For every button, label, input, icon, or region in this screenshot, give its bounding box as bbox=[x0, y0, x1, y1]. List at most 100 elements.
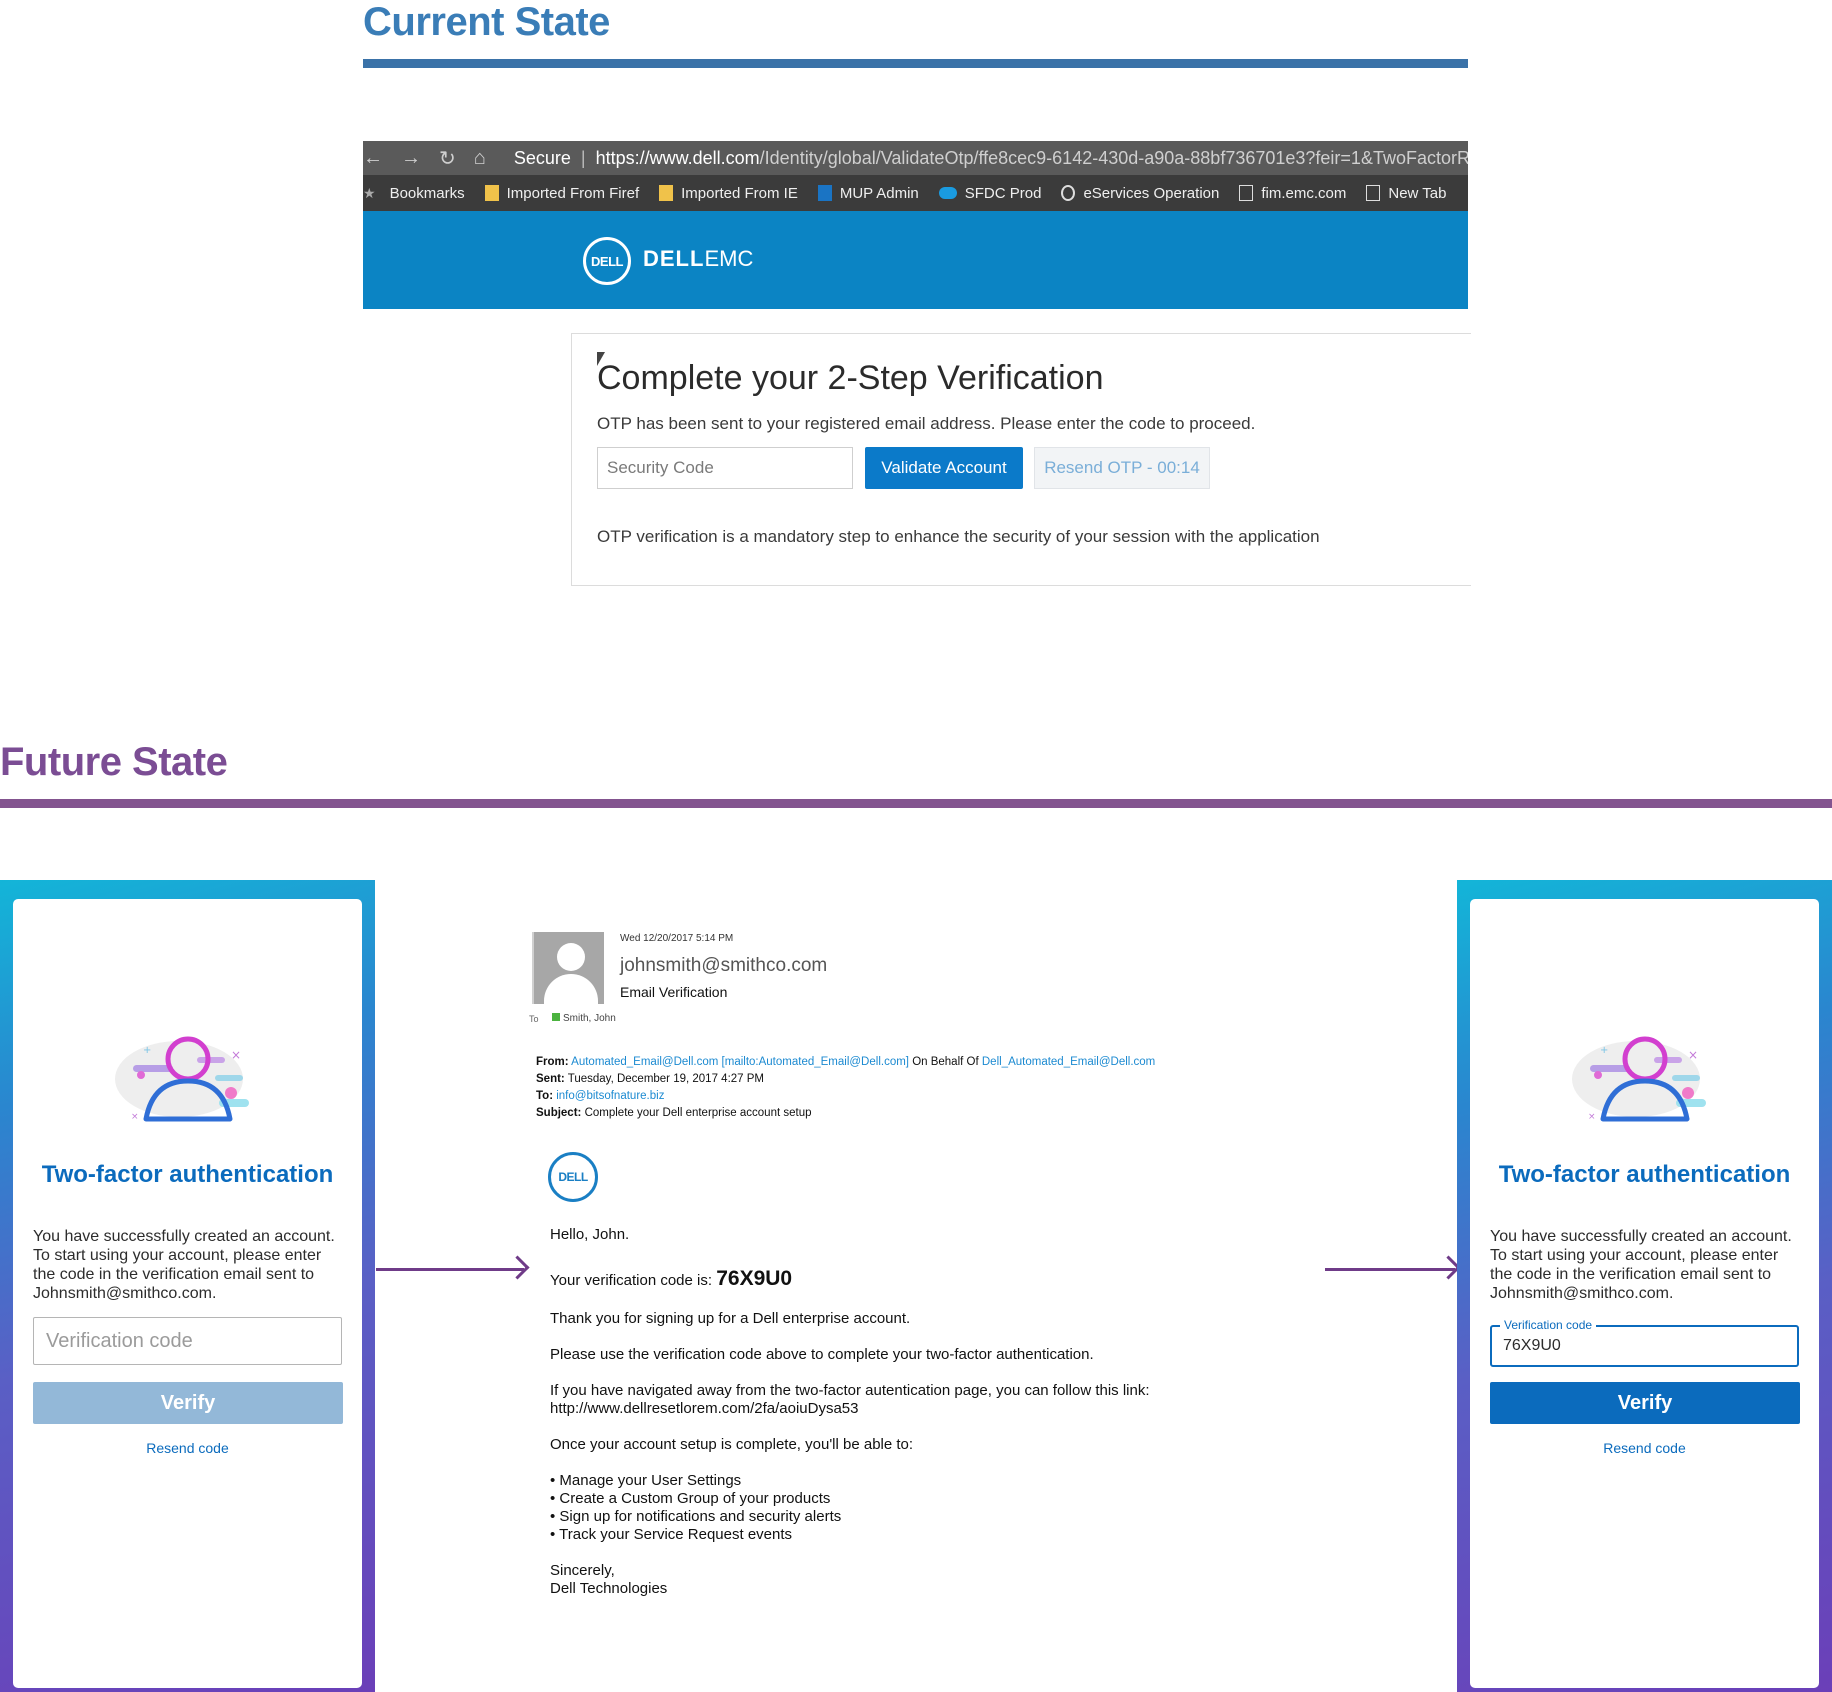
behalf-address-link[interactable]: Dell_Automated_Email@Dell.com bbox=[982, 1056, 1155, 1068]
two-factor-title: Two-factor authentication bbox=[41, 1161, 334, 1188]
dell-emc-wordmark: DELLEMC bbox=[643, 246, 754, 271]
future-state-heading: Future State bbox=[0, 740, 228, 784]
email-signature: Dell Technologies bbox=[550, 1580, 668, 1597]
bookmark-label: Imported From Firef bbox=[506, 184, 640, 202]
avatar bbox=[532, 932, 604, 1004]
emc-icon bbox=[817, 185, 832, 201]
forward-arrow-icon[interactable]: → bbox=[401, 147, 421, 170]
flow-arrow-icon bbox=[1325, 1268, 1455, 1271]
bookmark-fim[interactable]: fim.emc.com bbox=[1239, 185, 1346, 202]
url-separator: | bbox=[580, 147, 586, 168]
email-date: Wed 12/20/2017 5:14 PM bbox=[620, 933, 734, 944]
bookmark-imported-firefox[interactable]: Imported From Firef bbox=[484, 184, 640, 202]
list-item: • Create a Custom Group of your products bbox=[550, 1490, 831, 1507]
email-to-label: To bbox=[529, 1014, 539, 1024]
bookmark-label: New Tab bbox=[1388, 184, 1447, 202]
header-to: To: info@bitsofnature.biz bbox=[536, 1090, 665, 1102]
bookmark-label: fim.emc.com bbox=[1261, 184, 1347, 202]
mouse-cursor-icon bbox=[597, 352, 605, 366]
header-subject: Subject: Complete your Dell enterprise a… bbox=[536, 1107, 812, 1119]
email-once: Once your account setup is complete, you… bbox=[550, 1436, 914, 1453]
two-factor-title: Two-factor authentication bbox=[1498, 1161, 1791, 1188]
email-code-line: Your verification code is: 76X9U0 bbox=[550, 1267, 793, 1290]
home-icon[interactable]: ⌂ bbox=[474, 147, 486, 170]
bookmark-imported-ie[interactable]: Imported From IE bbox=[659, 185, 798, 202]
email-subject: Email Verification bbox=[620, 984, 728, 1000]
url-path[interactable]: /Identity/global/ValidateOtp/ffe8cec9-61… bbox=[760, 148, 1468, 169]
two-factor-instructions: You have successfully created an account… bbox=[33, 1228, 335, 1302]
dell-logo-icon[interactable]: DELL bbox=[583, 237, 631, 285]
verification-code-input[interactable]: Verification code 76X9U0 bbox=[1490, 1318, 1799, 1367]
otp-verification-card: Complete your 2-Step Verification OTP ha… bbox=[571, 333, 1471, 586]
list-item: • Manage your User Settings bbox=[550, 1472, 742, 1489]
list-item: • Sign up for notifications and security… bbox=[550, 1508, 842, 1525]
email-closing: Sincerely, bbox=[550, 1562, 615, 1579]
two-factor-card: + × × Two-factor authentication You have… bbox=[13, 899, 362, 1688]
bookmark-label: SFDC Prod bbox=[964, 184, 1042, 202]
svg-text:×: × bbox=[1588, 1112, 1596, 1122]
current-state-divider bbox=[363, 59, 1468, 68]
dell-logo-icon: DELL bbox=[548, 1152, 598, 1202]
flow-arrow-icon bbox=[376, 1268, 524, 1271]
verify-button[interactable]: Verify bbox=[1490, 1382, 1800, 1424]
verification-code-value: 76X9U0 bbox=[716, 1267, 793, 1290]
mailto-link[interactable]: [mailto:Automated_Email@Dell.com] bbox=[722, 1056, 909, 1068]
security-code-input[interactable] bbox=[597, 447, 853, 489]
user-illustration-icon: + × × bbox=[1572, 1036, 1706, 1122]
verification-code-label: Verification code bbox=[1500, 1318, 1597, 1332]
email-reset-link[interactable]: http://www.dellresetlorem.com/2fa/aoiuDy… bbox=[550, 1400, 858, 1417]
dell-emc-banner: DELL DELLEMC bbox=[363, 211, 1468, 309]
otp-title: Complete your 2-Step Verification bbox=[597, 359, 1104, 397]
email-sender: johnsmith@smithco.com bbox=[620, 955, 828, 976]
svg-text:×: × bbox=[131, 1112, 139, 1122]
svg-text:×: × bbox=[1688, 1048, 1698, 1062]
email-instruction: Please use the verification code above t… bbox=[550, 1346, 1094, 1363]
list-item: • Track your Service Request events bbox=[550, 1526, 793, 1543]
svg-text:+: + bbox=[1600, 1045, 1608, 1056]
bookmarks-bar: ★ Bookmarks Imported From Firef Imported… bbox=[363, 175, 1468, 211]
presence-status-icon bbox=[552, 1013, 560, 1021]
url-host[interactable]: https://www.dell.com bbox=[596, 148, 760, 169]
svg-text:×: × bbox=[231, 1048, 241, 1062]
verify-button[interactable]: Verify bbox=[33, 1382, 343, 1424]
svg-text:+: + bbox=[143, 1045, 151, 1056]
header-from: From: Automated_Email@Dell.com [mailto:A… bbox=[536, 1056, 1156, 1068]
resend-otp-button[interactable]: Resend OTP - 00:14 bbox=[1034, 447, 1210, 489]
email-navigated: If you have navigated away from the two-… bbox=[550, 1382, 1150, 1399]
bookmark-label: eServices Operation bbox=[1083, 184, 1220, 202]
from-address-link[interactable]: Automated_Email@Dell.com bbox=[571, 1056, 718, 1068]
validate-account-button[interactable]: Validate Account bbox=[865, 447, 1023, 489]
browser-window: ← → ↻ ⌂ Secure | https://www.dell.com/Id… bbox=[363, 141, 1468, 309]
email-recipient: Smith, John bbox=[552, 1013, 616, 1024]
bookmarks-label[interactable]: Bookmarks bbox=[390, 185, 465, 202]
future-state-divider bbox=[0, 799, 1832, 808]
email-thanks: Thank you for signing up for a Dell ente… bbox=[550, 1310, 911, 1327]
current-state-heading: Current State bbox=[363, 0, 610, 44]
verification-code-value: 76X9U0 bbox=[1503, 1337, 1561, 1354]
to-address-link[interactable]: info@bitsofnature.biz bbox=[556, 1090, 664, 1102]
address-bar[interactable]: ← → ↻ ⌂ Secure | https://www.dell.com/Id… bbox=[363, 141, 1468, 175]
otp-note: OTP verification is a mandatory step to … bbox=[597, 527, 1320, 546]
bookmark-new-tab[interactable]: New Tab bbox=[1366, 185, 1446, 202]
folder-icon bbox=[659, 185, 674, 201]
bookmark-eservices[interactable]: eServices Operation bbox=[1061, 185, 1219, 202]
two-factor-card: + × × Two-factor authentication You have… bbox=[1470, 899, 1819, 1688]
folder-icon bbox=[484, 185, 499, 201]
star-icon: ★ bbox=[363, 184, 376, 201]
verification-code-input[interactable]: Verification code bbox=[33, 1317, 342, 1365]
header-sent: Sent: Tuesday, December 19, 2017 4:27 PM bbox=[536, 1073, 764, 1085]
bookmark-label: Imported From IE bbox=[681, 184, 798, 202]
resend-code-link[interactable]: Resend code bbox=[1470, 1440, 1819, 1456]
email-greeting: Hello, John. bbox=[550, 1226, 630, 1243]
verification-email: Wed 12/20/2017 5:14 PM johnsmith@smithco… bbox=[526, 928, 1226, 1628]
bookmark-label: MUP Admin bbox=[839, 184, 919, 202]
bookmark-sfdc-prod[interactable]: SFDC Prod bbox=[938, 184, 1042, 202]
bookmark-mup-admin[interactable]: MUP Admin bbox=[817, 184, 919, 202]
resend-code-link[interactable]: Resend code bbox=[13, 1440, 362, 1456]
two-factor-panel-filled: + × × Two-factor authentication You have… bbox=[1457, 880, 1832, 1692]
secure-label: Secure bbox=[513, 147, 571, 168]
reload-icon[interactable]: ↻ bbox=[439, 146, 456, 171]
two-factor-panel-empty: + × × Two-factor authentication You have… bbox=[0, 880, 375, 1692]
back-arrow-icon[interactable]: ← bbox=[363, 147, 383, 170]
otp-subtitle: OTP has been sent to your registered ema… bbox=[597, 414, 1256, 433]
